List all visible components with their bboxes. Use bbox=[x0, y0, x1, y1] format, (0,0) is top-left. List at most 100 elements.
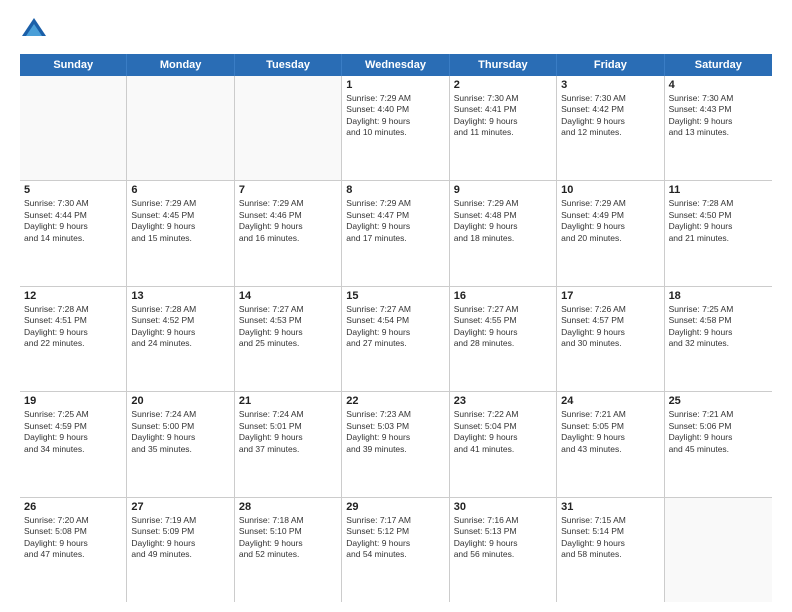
calendar: SundayMondayTuesdayWednesdayThursdayFrid… bbox=[20, 54, 772, 602]
cell-info: Sunrise: 7:24 AM Sunset: 5:01 PM Dayligh… bbox=[239, 409, 337, 455]
cell-info: Sunrise: 7:28 AM Sunset: 4:52 PM Dayligh… bbox=[131, 304, 229, 350]
day-cell-26: 26 Sunrise: 7:20 AM Sunset: 5:08 PM Dayli… bbox=[20, 498, 127, 602]
day-number: 7 bbox=[239, 184, 337, 196]
cell-info: Sunrise: 7:30 AM Sunset: 4:41 PM Dayligh… bbox=[454, 93, 552, 139]
calendar-body: 1Sunrise: 7:29 AM Sunset: 4:40 PM Daylig… bbox=[20, 76, 772, 602]
day-number: 13 bbox=[131, 290, 229, 302]
day-number: 19 bbox=[24, 395, 122, 407]
day-cell-2: 2 Sunrise: 7:30 AM Sunset: 4:41 PM Daylig… bbox=[450, 76, 557, 180]
cell-info: Sunrise: 7:29 AM Sunset: 4:49 PM Dayligh… bbox=[561, 198, 659, 244]
header-day-sunday: Sunday bbox=[20, 54, 127, 76]
day-cell-30: 30Sunrise: 7:16 AM Sunset: 5:13 PM Dayli… bbox=[450, 498, 557, 602]
day-cell-4: 4 Sunrise: 7:30 AM Sunset: 4:43 PM Daylig… bbox=[665, 76, 772, 180]
day-number: 20 bbox=[131, 395, 229, 407]
day-cell-8: 8Sunrise: 7:29 AM Sunset: 4:47 PM Daylig… bbox=[342, 181, 449, 285]
header-day-thursday: Thursday bbox=[450, 54, 557, 76]
cell-info: Sunrise: 7:30 AM Sunset: 4:44 PM Dayligh… bbox=[24, 198, 122, 244]
day-number: 8 bbox=[346, 184, 444, 196]
cell-info: Sunrise: 7:25 AM Sunset: 4:59 PM Dayligh… bbox=[24, 409, 122, 455]
cell-info: Sunrise: 7:28 AM Sunset: 4:50 PM Dayligh… bbox=[669, 198, 768, 244]
cell-info: Sunrise: 7:26 AM Sunset: 4:57 PM Dayligh… bbox=[561, 304, 659, 350]
logo-icon bbox=[20, 16, 48, 44]
calendar-header: SundayMondayTuesdayWednesdayThursdayFrid… bbox=[20, 54, 772, 76]
day-number: 22 bbox=[346, 395, 444, 407]
day-cell-12: 12 Sunrise: 7:28 AM Sunset: 4:51 PM Dayli… bbox=[20, 287, 127, 391]
day-cell-18: 18 Sunrise: 7:25 AM Sunset: 4:58 PM Dayli… bbox=[665, 287, 772, 391]
day-number: 23 bbox=[454, 395, 552, 407]
day-cell-24: 24Sunrise: 7:21 AM Sunset: 5:05 PM Dayli… bbox=[557, 392, 664, 496]
cell-info: Sunrise: 7:29 AM Sunset: 4:46 PM Dayligh… bbox=[239, 198, 337, 244]
cell-info: Sunrise: 7:17 AM Sunset: 5:12 PM Dayligh… bbox=[346, 515, 444, 561]
day-cell-17: 17 Sunrise: 7:26 AM Sunset: 4:57 PM Dayli… bbox=[557, 287, 664, 391]
cell-info: Sunrise: 7:24 AM Sunset: 5:00 PM Dayligh… bbox=[131, 409, 229, 455]
cell-info: Sunrise: 7:22 AM Sunset: 5:04 PM Dayligh… bbox=[454, 409, 552, 455]
day-number: 3 bbox=[561, 79, 659, 91]
day-cell-16: 16 Sunrise: 7:27 AM Sunset: 4:55 PM Dayli… bbox=[450, 287, 557, 391]
empty-cell bbox=[20, 76, 127, 180]
day-number: 14 bbox=[239, 290, 337, 302]
cell-info: Sunrise: 7:30 AM Sunset: 4:43 PM Dayligh… bbox=[669, 93, 768, 139]
day-cell-10: 10Sunrise: 7:29 AM Sunset: 4:49 PM Dayli… bbox=[557, 181, 664, 285]
day-number: 9 bbox=[454, 184, 552, 196]
cell-info: Sunrise: 7:19 AM Sunset: 5:09 PM Dayligh… bbox=[131, 515, 229, 561]
day-number: 6 bbox=[131, 184, 229, 196]
header-day-monday: Monday bbox=[127, 54, 234, 76]
day-cell-31: 31 Sunrise: 7:15 AM Sunset: 5:14 PM Dayli… bbox=[557, 498, 664, 602]
cell-info: Sunrise: 7:28 AM Sunset: 4:51 PM Dayligh… bbox=[24, 304, 122, 350]
header-day-wednesday: Wednesday bbox=[342, 54, 449, 76]
cell-info: Sunrise: 7:15 AM Sunset: 5:14 PM Dayligh… bbox=[561, 515, 659, 561]
day-cell-6: 6Sunrise: 7:29 AM Sunset: 4:45 PM Daylig… bbox=[127, 181, 234, 285]
day-number: 11 bbox=[669, 184, 768, 196]
day-cell-14: 14 Sunrise: 7:27 AM Sunset: 4:53 PM Dayli… bbox=[235, 287, 342, 391]
day-number: 16 bbox=[454, 290, 552, 302]
header-day-tuesday: Tuesday bbox=[235, 54, 342, 76]
day-number: 1 bbox=[346, 79, 444, 91]
cell-info: Sunrise: 7:30 AM Sunset: 4:42 PM Dayligh… bbox=[561, 93, 659, 139]
day-cell-3: 3 Sunrise: 7:30 AM Sunset: 4:42 PM Daylig… bbox=[557, 76, 664, 180]
day-cell-22: 22 Sunrise: 7:23 AM Sunset: 5:03 PM Dayli… bbox=[342, 392, 449, 496]
day-number: 4 bbox=[669, 79, 768, 91]
cell-info: Sunrise: 7:27 AM Sunset: 4:54 PM Dayligh… bbox=[346, 304, 444, 350]
day-cell-19: 19 Sunrise: 7:25 AM Sunset: 4:59 PM Dayli… bbox=[20, 392, 127, 496]
day-cell-5: 5 Sunrise: 7:30 AM Sunset: 4:44 PM Daylig… bbox=[20, 181, 127, 285]
cell-info: Sunrise: 7:27 AM Sunset: 4:55 PM Dayligh… bbox=[454, 304, 552, 350]
day-number: 27 bbox=[131, 501, 229, 513]
day-cell-27: 27 Sunrise: 7:19 AM Sunset: 5:09 PM Dayli… bbox=[127, 498, 234, 602]
day-cell-23: 23 Sunrise: 7:22 AM Sunset: 5:04 PM Dayli… bbox=[450, 392, 557, 496]
day-cell-11: 11 Sunrise: 7:28 AM Sunset: 4:50 PM Dayli… bbox=[665, 181, 772, 285]
calendar-row-3: 19 Sunrise: 7:25 AM Sunset: 4:59 PM Dayli… bbox=[20, 392, 772, 497]
day-cell-29: 29Sunrise: 7:17 AM Sunset: 5:12 PM Dayli… bbox=[342, 498, 449, 602]
day-number: 26 bbox=[24, 501, 122, 513]
day-cell-25: 25Sunrise: 7:21 AM Sunset: 5:06 PM Dayli… bbox=[665, 392, 772, 496]
day-number: 21 bbox=[239, 395, 337, 407]
cell-info: Sunrise: 7:23 AM Sunset: 5:03 PM Dayligh… bbox=[346, 409, 444, 455]
calendar-row-0: 1Sunrise: 7:29 AM Sunset: 4:40 PM Daylig… bbox=[20, 76, 772, 181]
day-number: 31 bbox=[561, 501, 659, 513]
empty-cell bbox=[235, 76, 342, 180]
cell-info: Sunrise: 7:29 AM Sunset: 4:48 PM Dayligh… bbox=[454, 198, 552, 244]
calendar-row-1: 5 Sunrise: 7:30 AM Sunset: 4:44 PM Daylig… bbox=[20, 181, 772, 286]
day-cell-7: 7 Sunrise: 7:29 AM Sunset: 4:46 PM Daylig… bbox=[235, 181, 342, 285]
day-number: 12 bbox=[24, 290, 122, 302]
cell-info: Sunrise: 7:18 AM Sunset: 5:10 PM Dayligh… bbox=[239, 515, 337, 561]
day-cell-21: 21 Sunrise: 7:24 AM Sunset: 5:01 PM Dayli… bbox=[235, 392, 342, 496]
header bbox=[20, 16, 772, 44]
day-number: 2 bbox=[454, 79, 552, 91]
cell-info: Sunrise: 7:21 AM Sunset: 5:05 PM Dayligh… bbox=[561, 409, 659, 455]
cell-info: Sunrise: 7:21 AM Sunset: 5:06 PM Dayligh… bbox=[669, 409, 768, 455]
cell-info: Sunrise: 7:25 AM Sunset: 4:58 PM Dayligh… bbox=[669, 304, 768, 350]
calendar-row-4: 26 Sunrise: 7:20 AM Sunset: 5:08 PM Dayli… bbox=[20, 498, 772, 602]
day-cell-28: 28 Sunrise: 7:18 AM Sunset: 5:10 PM Dayli… bbox=[235, 498, 342, 602]
day-number: 18 bbox=[669, 290, 768, 302]
day-number: 5 bbox=[24, 184, 122, 196]
logo bbox=[20, 16, 52, 44]
calendar-row-2: 12 Sunrise: 7:28 AM Sunset: 4:51 PM Dayli… bbox=[20, 287, 772, 392]
day-number: 30 bbox=[454, 501, 552, 513]
day-cell-13: 13 Sunrise: 7:28 AM Sunset: 4:52 PM Dayli… bbox=[127, 287, 234, 391]
page: SundayMondayTuesdayWednesdayThursdayFrid… bbox=[0, 0, 792, 612]
day-number: 17 bbox=[561, 290, 659, 302]
day-number: 28 bbox=[239, 501, 337, 513]
cell-info: Sunrise: 7:27 AM Sunset: 4:53 PM Dayligh… bbox=[239, 304, 337, 350]
cell-info: Sunrise: 7:20 AM Sunset: 5:08 PM Dayligh… bbox=[24, 515, 122, 561]
day-cell-9: 9 Sunrise: 7:29 AM Sunset: 4:48 PM Daylig… bbox=[450, 181, 557, 285]
